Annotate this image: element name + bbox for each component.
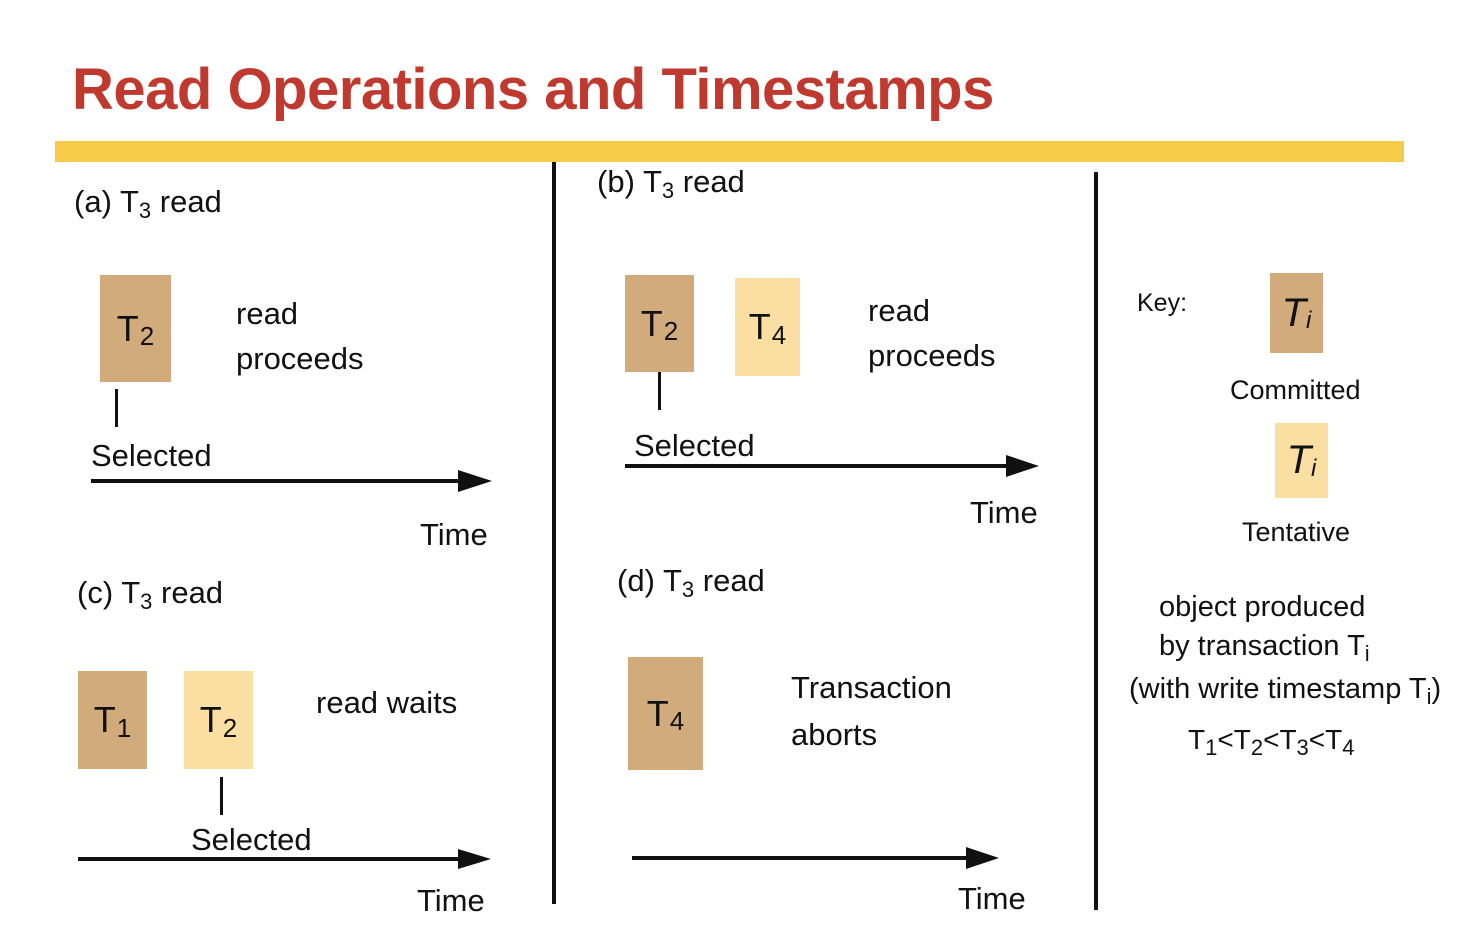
panel-b-box-t4: T4 <box>735 278 800 376</box>
panel-c-time-label: Time <box>417 883 485 918</box>
panel-b-result: read proceeds <box>868 293 996 373</box>
arrowhead-a <box>458 470 492 492</box>
key-desc-line3: (with write timestamp Ti) <box>1129 673 1442 709</box>
key-committed-label: Committed <box>1230 375 1361 405</box>
key-tentative-box: Ti <box>1275 423 1328 498</box>
panel-c-box-t1: T1 <box>78 671 147 769</box>
panel-a-time-label: Time <box>420 517 488 552</box>
panel-c-box-t2: T2 <box>184 671 253 769</box>
panel-b-box-t2: T2 <box>625 275 694 372</box>
arrowhead-c <box>458 849 491 869</box>
order-item-3: T3< <box>1279 724 1326 760</box>
panel-b-selected-tick <box>658 372 661 410</box>
key-label: Key: <box>1137 289 1188 317</box>
arrowhead-b <box>1006 455 1039 477</box>
panel-b-selected-label: Selected <box>634 428 755 463</box>
order-item-1: T1< <box>1188 724 1234 760</box>
panel-b-caption: (b) T3 read <box>597 164 745 203</box>
key-desc-line1: object produced <box>1159 591 1366 623</box>
key-timestamp-order: T1<T2<T3<T4 <box>1188 724 1355 760</box>
key-committed-box: Ti <box>1270 273 1323 353</box>
panel-a-caption: (a) T3 read <box>74 184 222 223</box>
order-item-4: T4 <box>1325 724 1355 760</box>
key-desc-line2: by transaction Ti <box>1159 630 1370 666</box>
arrowhead-d <box>966 847 999 869</box>
panel-a-selected-label: Selected <box>91 438 212 473</box>
key-tentative-label: Tentative <box>1242 517 1351 547</box>
panel-c-selected-tick <box>220 777 223 815</box>
panel-a-box-t2: T2 <box>100 275 171 382</box>
panel-d-caption: (d) T3 read <box>617 563 765 602</box>
panel-c-selected-label: Selected <box>191 822 312 857</box>
panel-c-result: read waits <box>316 685 458 720</box>
panel-d-result: Transaction aborts <box>791 670 952 752</box>
panel-b-time-label: Time <box>970 495 1038 530</box>
panel-a-result: read proceeds <box>236 296 364 376</box>
panel-d-time-label: Time <box>958 881 1026 916</box>
order-item-2: T2< <box>1233 724 1280 760</box>
panel-a-selected-tick <box>115 389 118 427</box>
panel-d-box-t4: T4 <box>628 657 703 770</box>
panel-c-caption: (c) T3 read <box>77 575 224 614</box>
